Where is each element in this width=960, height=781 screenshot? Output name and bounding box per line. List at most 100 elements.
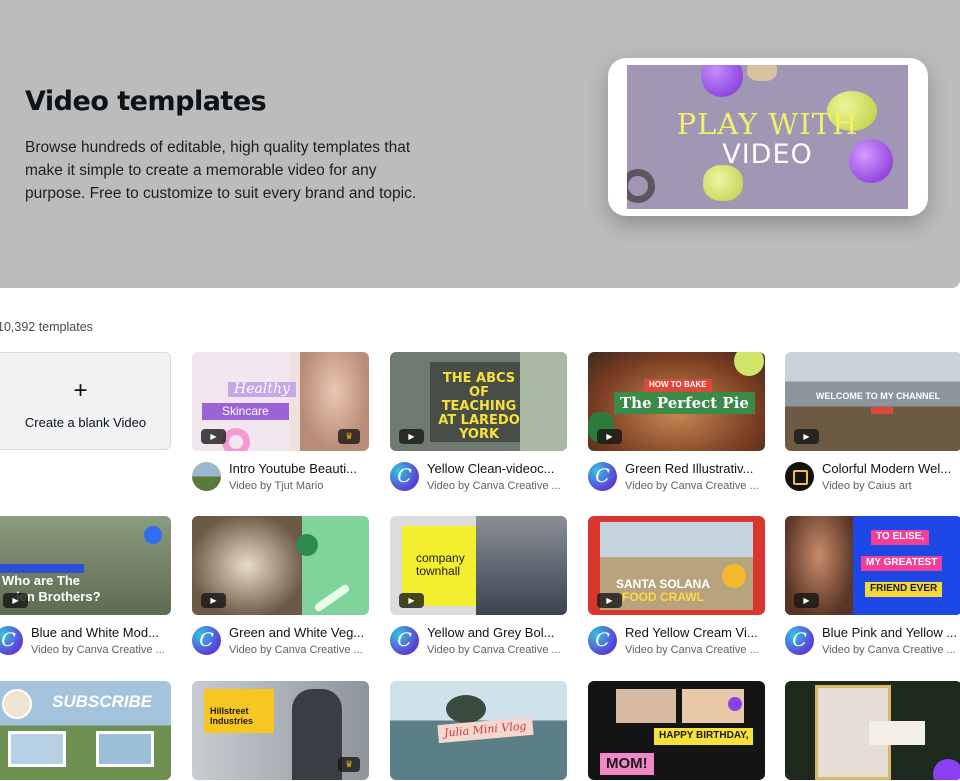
template-meta: Colorful Modern Wel... Video by Caius ar…: [785, 459, 960, 499]
template-count: 10,392 templates: [0, 320, 93, 334]
template-author[interactable]: Video by Tjut Mario: [229, 480, 371, 492]
template-card[interactable]: company townhall ▶ C Yellow and Grey Bol…: [390, 516, 567, 663]
play-icon[interactable]: ▶: [201, 429, 226, 444]
template-title[interactable]: Green Red Illustrativ...: [625, 461, 767, 476]
template-title[interactable]: Yellow and Grey Bol...: [427, 625, 569, 640]
play-icon[interactable]: ▶: [399, 429, 424, 444]
crown-icon: ♛: [338, 429, 360, 444]
template-title[interactable]: Green and White Veg...: [229, 625, 371, 640]
play-icon[interactable]: ▶: [597, 593, 622, 608]
template-author[interactable]: Video by Canva Creative ...: [822, 644, 960, 656]
page-title: Video templates: [25, 86, 267, 117]
template-card[interactable]: Hillstreet Industries ♛: [192, 681, 369, 780]
create-blank-video-button[interactable]: + Create a blank Video: [0, 352, 171, 450]
template-meta: C Green and White Veg... Video by Canva …: [192, 623, 369, 663]
template-meta: C Blue Pink and Yellow ... Video by Canv…: [785, 623, 960, 663]
template-title[interactable]: Yellow Clean-videoc...: [427, 461, 569, 476]
template-author[interactable]: Video by Canva Creative ...: [427, 480, 569, 492]
thumb-text: FRIEND EVER: [865, 582, 943, 597]
thumb-text: MY GREATEST: [861, 556, 943, 571]
template-card[interactable]: WELCOME TO MY CHANNEL ▶ Colorful Modern …: [785, 352, 960, 499]
template-thumbnail[interactable]: WELCOME TO MY CHANNEL ▶: [785, 352, 960, 451]
play-icon[interactable]: ▶: [201, 593, 226, 608]
template-thumbnail[interactable]: HAPPY BIRTHDAY, MOM!: [588, 681, 765, 780]
template-thumbnail[interactable]: Julia Mini Vlog: [390, 681, 567, 780]
hero-banner: Video templates Browse hundreds of edita…: [0, 0, 960, 288]
thumb-text: HOW TO BAKE: [644, 379, 712, 392]
thumb-text: WELCOME TO MY CHANNEL: [815, 391, 941, 401]
thumb-text: MOM!: [600, 753, 654, 776]
crown-icon: ♛: [338, 757, 360, 772]
canva-logo-icon[interactable]: C: [390, 626, 419, 655]
canva-logo-icon[interactable]: C: [588, 626, 617, 655]
thumb-text: Hillstreet Industries: [210, 706, 254, 726]
template-author[interactable]: Video by Canva Creative ...: [427, 644, 569, 656]
hero-phone-preview: PLAY WITH VIDEO: [608, 58, 928, 216]
template-author[interactable]: Video by Canva Creative ...: [229, 644, 371, 656]
plus-icon: +: [73, 377, 88, 404]
template-title[interactable]: Red Yellow Cream Vi...: [625, 625, 767, 640]
play-icon[interactable]: ▶: [399, 593, 424, 608]
thumb-text: THE ABCS OF TEACHING AT LAREDO YORK: [438, 371, 520, 443]
thumb-text: The Perfect Pie: [614, 392, 755, 415]
template-thumbnail[interactable]: SANTA SOLANA FOOD CRAWL ▶: [588, 516, 765, 615]
page-description: Browse hundreds of editable, high qualit…: [25, 139, 417, 202]
template-meta: C Yellow and Grey Bol... Video by Canva …: [390, 623, 567, 663]
template-thumbnail[interactable]: SUBSCRIBE: [0, 681, 171, 780]
template-thumbnail[interactable]: HOW TO BAKE The Perfect Pie ▶: [588, 352, 765, 451]
canva-logo-icon[interactable]: C: [785, 626, 814, 655]
template-card[interactable]: Who are The len Brothers? ▶ C Blue and W…: [0, 516, 171, 663]
canva-logo-icon[interactable]: C: [390, 462, 419, 491]
template-thumbnail[interactable]: company townhall ▶: [390, 516, 567, 615]
canva-logo-icon[interactable]: C: [0, 626, 23, 655]
template-thumbnail[interactable]: Who are The len Brothers? ▶: [0, 516, 171, 615]
canva-logo-icon[interactable]: C: [588, 462, 617, 491]
thumb-text: TO ELISE,: [871, 530, 930, 545]
thumb-text: company townhall: [416, 551, 465, 578]
template-author[interactable]: Video by Canva Creative ...: [31, 644, 173, 656]
template-card[interactable]: Healthy Skincare ▶ ♛ Intro Youtube Beaut…: [192, 352, 369, 499]
template-card[interactable]: ▶ C Green and White Veg... Video by Canv…: [192, 516, 369, 663]
template-title[interactable]: Blue Pink and Yellow ...: [822, 625, 960, 640]
template-card[interactable]: SUBSCRIBE: [0, 681, 171, 780]
template-author[interactable]: Video by Caius art: [822, 480, 960, 492]
template-title[interactable]: Intro Youtube Beauti...: [229, 461, 371, 476]
template-thumbnail[interactable]: THE ABCS OF TEACHING AT LAREDO YORK ▶: [390, 352, 567, 451]
canva-logo-icon[interactable]: C: [192, 626, 221, 655]
thumb-text: SANTA SOLANA: [616, 577, 710, 591]
template-card[interactable]: HOW TO BAKE The Perfect Pie ▶ C Green Re…: [588, 352, 765, 499]
play-icon[interactable]: ▶: [794, 593, 819, 608]
template-thumbnail[interactable]: Healthy Skincare ▶ ♛: [192, 352, 369, 451]
template-thumbnail[interactable]: Hillstreet Industries ♛: [192, 681, 369, 780]
template-thumbnail[interactable]: [785, 681, 960, 780]
thumb-text: HAPPY BIRTHDAY,: [654, 728, 754, 745]
play-icon[interactable]: ▶: [597, 429, 622, 444]
template-meta: Intro Youtube Beauti... Video by Tjut Ma…: [192, 459, 369, 499]
creator-avatar[interactable]: [192, 462, 221, 491]
template-card[interactable]: Julia Mini Vlog: [390, 681, 567, 780]
thumb-text: Skincare: [202, 403, 289, 420]
play-icon[interactable]: ▶: [794, 429, 819, 444]
template-card[interactable]: [785, 681, 960, 780]
hero-preview-line2: VIDEO: [722, 139, 813, 170]
template-card[interactable]: TO ELISE, MY GREATEST FRIEND EVER ▶ C Bl…: [785, 516, 960, 663]
template-thumbnail[interactable]: ▶: [192, 516, 369, 615]
thumb-text: Julia Mini Vlog: [437, 716, 534, 743]
create-blank-label: Create a blank Video: [24, 415, 147, 430]
thumb-text: SUBSCRIBE: [52, 692, 153, 711]
thumb-text: Healthy: [228, 381, 296, 398]
template-card[interactable]: HAPPY BIRTHDAY, MOM!: [588, 681, 765, 780]
template-author[interactable]: Video by Canva Creative ...: [625, 644, 767, 656]
thumb-text: len Brothers?: [16, 589, 101, 604]
creator-avatar[interactable]: [785, 462, 814, 491]
play-icon[interactable]: ▶: [3, 593, 28, 608]
template-author[interactable]: Video by Canva Creative ...: [625, 480, 767, 492]
template-meta: C Blue and White Mod... Video by Canva C…: [0, 623, 171, 663]
template-card[interactable]: THE ABCS OF TEACHING AT LAREDO YORK ▶ C …: [390, 352, 567, 499]
template-meta: C Green Red Illustrativ... Video by Canv…: [588, 459, 765, 499]
template-card[interactable]: SANTA SOLANA FOOD CRAWL ▶ C Red Yellow C…: [588, 516, 765, 663]
template-thumbnail[interactable]: TO ELISE, MY GREATEST FRIEND EVER ▶: [785, 516, 960, 615]
template-title[interactable]: Colorful Modern Wel...: [822, 461, 960, 476]
template-title[interactable]: Blue and White Mod...: [31, 625, 173, 640]
hero-preview-screen: PLAY WITH VIDEO: [627, 65, 908, 209]
